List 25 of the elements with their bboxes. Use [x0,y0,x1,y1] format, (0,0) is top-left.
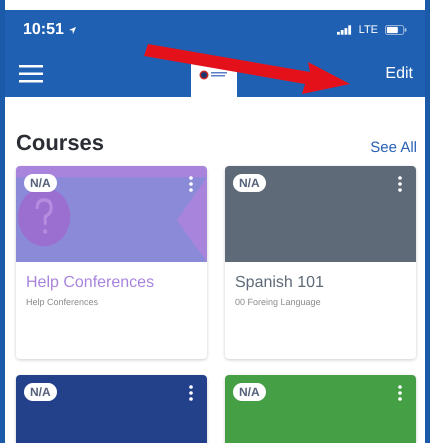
status-time: 10:51 [23,21,64,39]
course-subtitle: 00 Foreing Language [235,297,322,307]
course-title: Help Conferences [26,274,156,292]
edit-button[interactable]: Edit [385,64,413,82]
course-card[interactable]: N/A [225,375,416,443]
status-badge: N/A [24,174,57,192]
course-subtitle: Help Conferences [26,297,100,307]
section-title: Courses [16,130,104,156]
see-all-link[interactable]: See All [370,139,417,156]
more-options-icon[interactable] [189,385,193,401]
network-label: LTE [358,24,378,36]
more-options-icon[interactable] [398,176,402,192]
logo-icon [199,70,230,80]
signal-icon [336,25,352,35]
battery-icon [385,25,407,35]
question-mark-icon [18,187,70,246]
course-card[interactable]: N/A [16,375,207,443]
menu-icon[interactable] [19,64,43,82]
course-card[interactable]: N/A Spanish 101 00 Foreing Language [225,166,416,359]
status-badge: N/A [233,383,266,401]
status-badge: N/A [233,174,266,192]
status-badge: N/A [24,383,57,401]
course-title: Spanish 101 [235,274,325,292]
course-card[interactable]: N/A Help Conferences Help Conferences [16,166,207,359]
location-arrow-icon [68,26,77,34]
